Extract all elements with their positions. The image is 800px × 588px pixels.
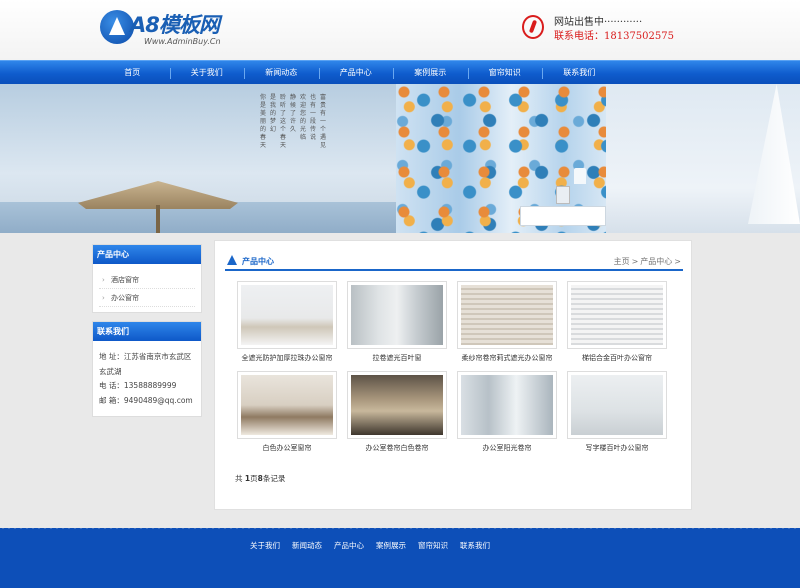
footer-link-contact[interactable]: 联系我们: [460, 540, 490, 551]
contact-phone-line: 电 话：13588889999: [99, 381, 177, 390]
section-title: 产品中心: [242, 257, 274, 266]
logo-title: A8模板网: [130, 13, 220, 37]
product-card[interactable]: 拉卷遮光百叶窗: [347, 281, 447, 367]
sale-notice: 网站出售中············: [554, 17, 643, 28]
pager-suffix: 条记录: [262, 474, 286, 483]
product-image[interactable]: [237, 281, 337, 349]
product-name[interactable]: 写字楼百叶办公窗帘: [559, 443, 675, 453]
photo-frame-image: [556, 186, 570, 204]
pagination: 共 1页8条记录: [235, 473, 285, 484]
nav-item-home[interactable]: 首页: [95, 61, 170, 85]
site-header: A8模板网 Www.AdminBuy.Cn 网站出售中············ …: [0, 0, 800, 60]
logo-icon: [100, 10, 134, 44]
product-card[interactable]: 办公室阳光卷帘: [457, 371, 557, 457]
main-nav: 首页 关于我们 新闻动态 产品中心 案例展示 窗帘知识 联系我们: [0, 60, 800, 84]
umbrella-pole: [156, 205, 160, 233]
product-name[interactable]: 梯铝合金百叶办公窗帘: [559, 353, 675, 363]
product-image[interactable]: [347, 371, 447, 439]
poem-line: 富贵有一个遇见: [320, 94, 327, 149]
product-card[interactable]: 全遮光防护加厚拉珠办公窗帘: [237, 281, 337, 367]
footer-link-about[interactable]: 关于我们: [250, 540, 280, 551]
breadcrumb-home[interactable]: 主页: [614, 257, 630, 266]
product-card[interactable]: 写字楼百叶办公窗帘: [567, 371, 667, 457]
contact-email: 邮 箱：9490489@qq.com: [99, 395, 193, 405]
product-name[interactable]: 办公室卷帘白色卷帘: [339, 443, 455, 453]
product-card[interactable]: 柔纱帘卷帘莉式遮光办公窗帘: [457, 281, 557, 367]
contact-info: 地 址：江苏省南京市玄武区玄武湖 电 话：13588889999 邮 箱：949…: [93, 341, 201, 416]
nav-item-news[interactable]: 新闻动态: [244, 61, 319, 85]
category-item-hotel[interactable]: 酒店窗帘: [99, 271, 195, 289]
poem-line: 欢迎您的光临: [300, 94, 307, 141]
product-image[interactable]: [237, 371, 337, 439]
section-icon: [227, 255, 237, 265]
product-card[interactable]: 梯铝合金百叶办公窗帘: [567, 281, 667, 367]
nav-item-knowledge[interactable]: 窗帘知识: [467, 61, 543, 85]
site-logo[interactable]: A8模板网 Www.AdminBuy.Cn: [100, 8, 260, 50]
site-footer: 关于我们 新闻动态 产品中心 案例展示 窗帘知识 联系我们: [0, 525, 800, 588]
category-title: 产品中心: [93, 245, 201, 264]
section-header: 产品中心 主页 > 产品中心 >: [225, 253, 683, 271]
breadcrumb-current[interactable]: 产品中心: [640, 257, 672, 266]
poem-line: 静候了许久: [290, 94, 297, 133]
breadcrumb-separator: >: [674, 257, 681, 266]
product-name[interactable]: 柔纱帘卷帘莉式遮光办公窗帘: [449, 353, 565, 363]
nav-item-products[interactable]: 产品中心: [318, 61, 394, 85]
category-item-office[interactable]: 办公窗帘: [99, 289, 195, 307]
contact-address: 地 址：江苏省南京市玄武区玄武湖: [99, 352, 192, 376]
breadcrumb-separator: >: [631, 257, 639, 266]
product-name[interactable]: 全遮光防护加厚拉珠办公窗帘: [229, 353, 345, 363]
footer-link-news[interactable]: 新闻动态: [292, 540, 322, 551]
product-name[interactable]: 办公室阳光卷帘: [449, 443, 565, 453]
poem-line: 你是美丽的春天: [260, 94, 267, 149]
category-box: 产品中心 酒店窗帘 办公窗帘: [92, 244, 202, 313]
breadcrumb: 主页 > 产品中心 >: [614, 256, 683, 267]
footer-link-cases[interactable]: 案例展示: [376, 540, 406, 551]
logo-subtitle: Www.AdminBuy.Cn: [144, 37, 221, 46]
nav-item-about[interactable]: 关于我们: [169, 61, 245, 85]
product-image[interactable]: [567, 371, 667, 439]
product-image[interactable]: [457, 281, 557, 349]
hotline: 网站出售中············ 联系电话：18137502575: [522, 13, 692, 43]
footer-nav: 关于我们 新闻动态 产品中心 案例展示 窗帘知识 联系我们: [250, 540, 502, 551]
footer-link-products[interactable]: 产品中心: [334, 540, 364, 551]
product-card[interactable]: 白色办公室窗帘: [237, 371, 337, 457]
banner-poem: 富贵有一个遇见 也有一段传说 欢迎您的光临 静候了许久 聆听了这个春天 是我的梦…: [258, 84, 328, 184]
poem-line: 也有一段传说: [310, 94, 317, 141]
product-image[interactable]: [457, 371, 557, 439]
contact-phone: 联系电话：18137502575: [554, 31, 674, 42]
nav-item-cases[interactable]: 案例展示: [393, 61, 468, 85]
poem-line: 是我的梦幻: [270, 94, 277, 133]
poem-line: 聆听了这个春天: [280, 94, 287, 149]
side-table-image: [520, 206, 606, 226]
sidebar: 产品中心 酒店窗帘 办公窗帘 联系我们 地 址：江苏省南京市玄武区玄武湖 电 话…: [92, 244, 202, 417]
footer-link-knowledge[interactable]: 窗帘知识: [418, 540, 448, 551]
pager-prefix: 共: [235, 474, 243, 483]
product-image[interactable]: [347, 281, 447, 349]
product-image[interactable]: [567, 281, 667, 349]
category-list: 酒店窗帘 办公窗帘: [93, 264, 201, 312]
main-content: 产品中心 主页 > 产品中心 > 全遮光防护加厚拉珠办公窗帘 拉卷遮光百叶窗 柔纱帘卷…: [214, 240, 692, 510]
contact-title: 联系我们: [93, 322, 201, 341]
contact-box: 联系我们 地 址：江苏省南京市玄武区玄武湖 电 话：13588889999 邮 …: [92, 321, 202, 417]
product-card[interactable]: 办公室卷帘白色卷帘: [347, 371, 447, 457]
lamp-image: [574, 168, 586, 184]
pager-mid: 页: [250, 474, 258, 483]
phone-icon: [522, 15, 544, 39]
product-name[interactable]: 拉卷遮光百叶窗: [339, 353, 455, 363]
nav-item-contact[interactable]: 联系我们: [542, 61, 617, 85]
product-name[interactable]: 白色办公室窗帘: [229, 443, 345, 453]
